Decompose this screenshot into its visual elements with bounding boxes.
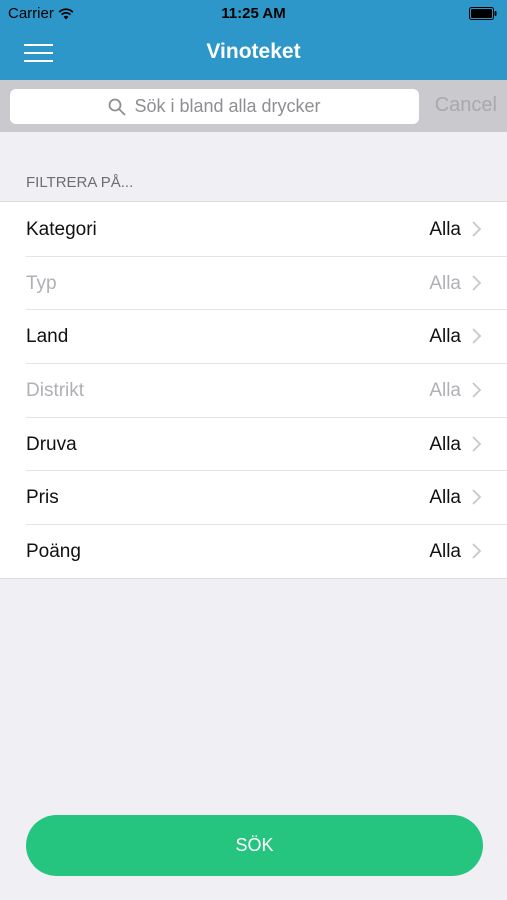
navigation-bar: Vinoteket	[0, 28, 507, 80]
filter-row-value: Alla	[429, 541, 461, 563]
filter-row-label: Typ	[26, 272, 57, 294]
cancel-button[interactable]: Cancel	[435, 94, 497, 117]
search-submit-button[interactable]: SÖK	[26, 815, 483, 876]
filter-row-typ[interactable]: Typ Alla	[0, 255, 507, 310]
filter-row-pris[interactable]: Pris Alla	[0, 470, 507, 524]
chevron-right-icon	[472, 328, 482, 345]
filter-row-label: Poäng	[26, 541, 81, 563]
chevron-right-icon	[472, 382, 482, 398]
filter-row-label: Land	[26, 326, 69, 348]
filter-row-value: Alla	[429, 433, 461, 455]
filter-row-value: Alla	[429, 219, 461, 240]
filter-row-value: Alla	[429, 326, 461, 348]
search-placeholder: Sök i bland alla drycker	[134, 96, 321, 116]
filter-row-label: Kategori	[26, 219, 97, 240]
search-icon	[109, 98, 126, 115]
filter-row-label: Druva	[26, 433, 77, 455]
chevron-right-icon	[472, 275, 482, 291]
chevron-right-icon	[472, 543, 482, 559]
chevron-right-icon	[472, 489, 482, 506]
filter-list: Kategori Alla Typ Alla Land Alla Distrik…	[0, 201, 507, 579]
filter-row-poang[interactable]: Poäng Alla	[0, 524, 507, 578]
filter-row-label: Pris	[26, 487, 59, 509]
page-title: Vinoteket	[206, 40, 301, 63]
chevron-right-icon	[472, 221, 482, 237]
battery-icon	[469, 7, 497, 20]
status-bar: Carrier 11:25 AM	[0, 0, 507, 28]
filter-row-value: Alla	[429, 487, 461, 509]
filter-row-land[interactable]: Land Alla	[0, 309, 507, 363]
filter-section-header: FILTRERA PÅ...	[26, 174, 134, 191]
filter-row-value: Alla	[429, 380, 461, 402]
filter-row-distrikt[interactable]: Distrikt Alla	[0, 363, 507, 417]
search-area: Sök i bland alla drycker Cancel	[0, 80, 507, 132]
filter-row-value: Alla	[429, 272, 461, 294]
filter-row-kategori[interactable]: Kategori Alla	[0, 202, 507, 256]
status-time: 11:25 AM	[221, 5, 286, 22]
filter-row-druva[interactable]: Druva Alla	[0, 416, 507, 471]
filter-row-label: Distrikt	[26, 380, 85, 402]
search-input[interactable]: Sök i bland alla drycker	[10, 89, 419, 124]
chevron-right-icon	[472, 436, 482, 452]
